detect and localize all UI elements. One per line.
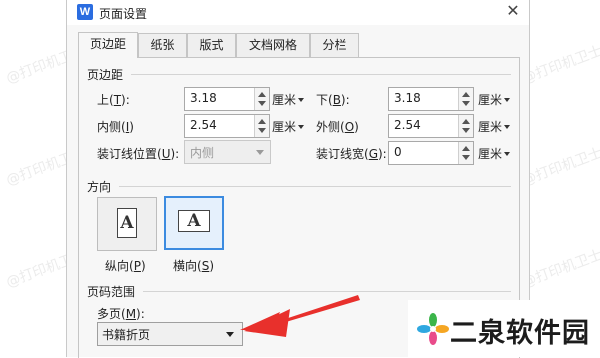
tab-margins[interactable]: 页边距 xyxy=(78,32,138,58)
arrow-head xyxy=(244,309,290,337)
pinwheel-logo-icon xyxy=(417,313,449,345)
brand-text: 二泉软件园 xyxy=(450,318,590,349)
